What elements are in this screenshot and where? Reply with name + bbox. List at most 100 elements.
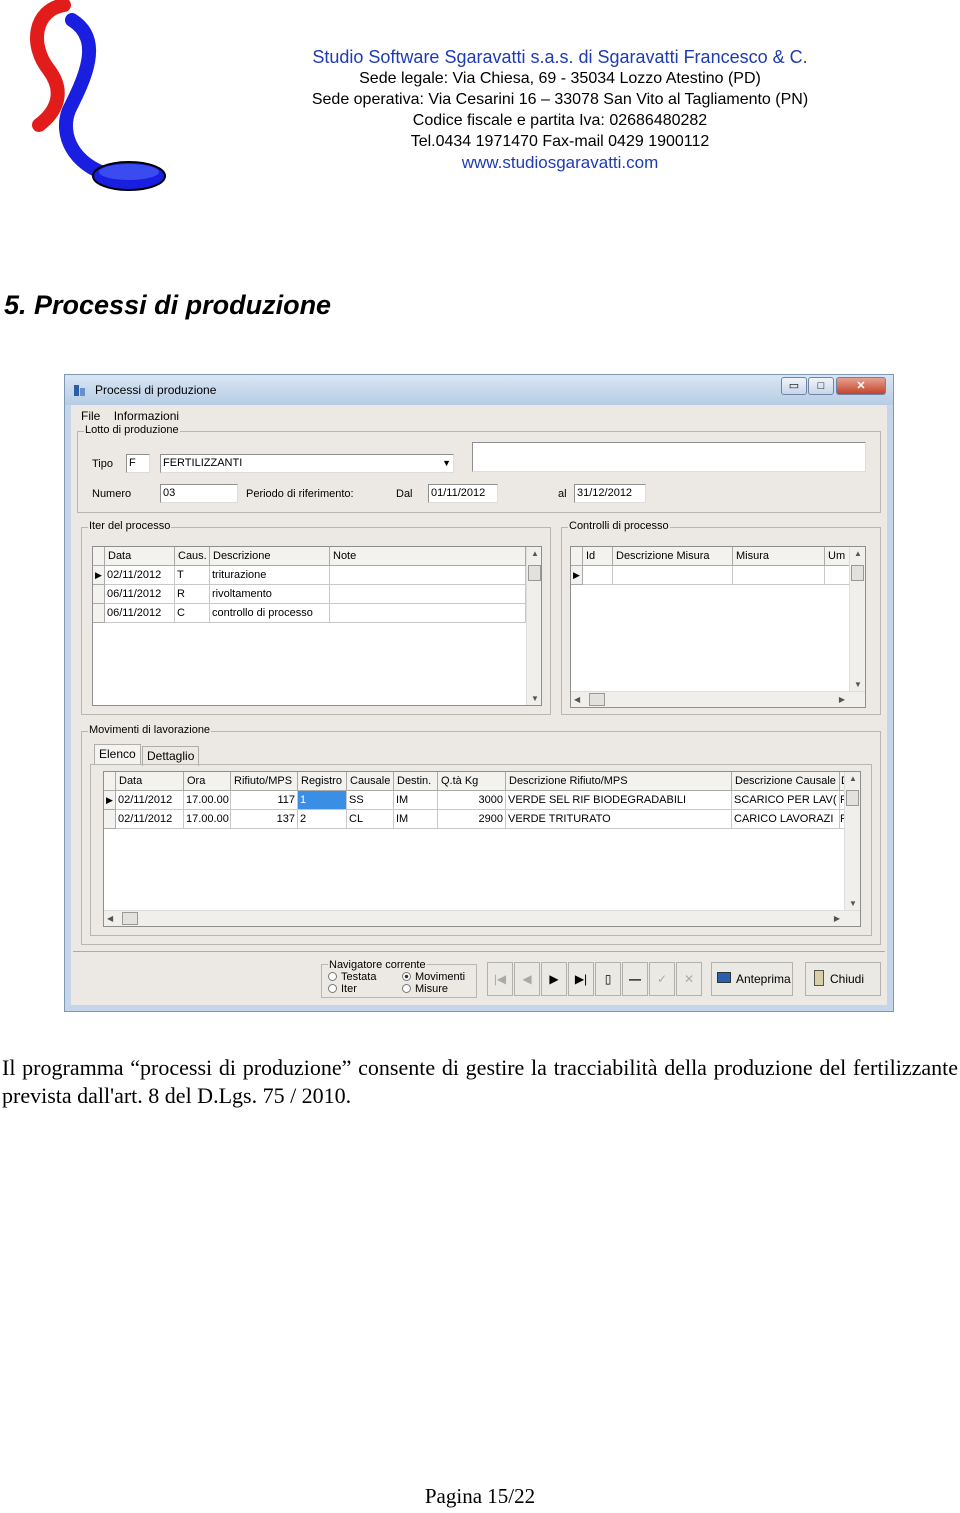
chiudi-button[interactable]: Chiudi bbox=[805, 962, 881, 996]
mov-col-qta[interactable]: Q.tà Kg bbox=[438, 772, 506, 791]
scroll-right-icon[interactable]: ▶ bbox=[839, 695, 845, 704]
mov-cell[interactable]: VERDE SEL RIF BIODEGRADABILI bbox=[506, 791, 732, 810]
iter-cell[interactable]: T bbox=[175, 566, 210, 585]
iter-cell[interactable]: controllo di processo bbox=[210, 604, 330, 623]
iter-col-caus[interactable]: Caus. bbox=[175, 547, 210, 566]
iter-cell[interactable]: C bbox=[175, 604, 210, 623]
radio-iter[interactable]: Iter bbox=[328, 983, 357, 995]
mov-col-data[interactable]: Data bbox=[116, 772, 184, 791]
iter-cell[interactable] bbox=[330, 604, 526, 623]
controlli-vertical-scrollbar[interactable]: ▲ ▼ bbox=[849, 547, 865, 691]
mov-cell[interactable]: 17.00.00 bbox=[184, 791, 231, 810]
menu-file[interactable]: File bbox=[81, 409, 100, 423]
controlli-cell[interactable] bbox=[583, 566, 613, 585]
mov-cell[interactable]: 2 bbox=[298, 810, 347, 829]
scroll-thumb[interactable] bbox=[528, 565, 541, 581]
scroll-down-icon[interactable]: ▼ bbox=[854, 680, 862, 689]
mov-cell[interactable]: 137 bbox=[231, 810, 298, 829]
mov-col-causale[interactable]: Causale bbox=[347, 772, 394, 791]
tipo-select[interactable]: FERTILIZZANTI ▼ bbox=[160, 454, 454, 473]
scroll-up-icon[interactable]: ▲ bbox=[854, 549, 862, 558]
tipo-code-field[interactable]: F bbox=[126, 454, 150, 473]
movimenti-horizontal-scrollbar[interactable]: ◀ ▶ bbox=[104, 910, 860, 926]
iter-col-note[interactable]: Note bbox=[330, 547, 526, 566]
controlli-col-um[interactable]: Um bbox=[825, 547, 851, 566]
movimenti-vertical-scrollbar[interactable]: ▲ ▼ bbox=[844, 772, 860, 910]
iter-cell[interactable]: triturazione bbox=[210, 566, 330, 585]
mov-col-destin[interactable]: Destin. bbox=[394, 772, 438, 791]
last-record-icon[interactable]: ▶| bbox=[568, 962, 594, 996]
scroll-thumb[interactable] bbox=[846, 790, 859, 806]
menu-informazioni[interactable]: Informazioni bbox=[114, 409, 179, 423]
controlli-cell[interactable] bbox=[733, 566, 825, 585]
insert-record-icon[interactable]: ▯ bbox=[595, 962, 621, 996]
iter-cell[interactable]: R bbox=[175, 585, 210, 604]
mov-cell[interactable]: 02/11/2012 bbox=[116, 810, 184, 829]
iter-cell[interactable] bbox=[330, 585, 526, 604]
iter-vertical-scrollbar[interactable]: ▲ ▼ bbox=[526, 547, 541, 705]
controlli-cell[interactable] bbox=[825, 566, 851, 585]
post-record-icon[interactable]: ✓ bbox=[649, 962, 675, 996]
mov-cell[interactable]: 2900 bbox=[438, 810, 506, 829]
anteprima-button[interactable]: Anteprima bbox=[711, 962, 793, 996]
mov-col-registro[interactable]: Registro bbox=[298, 772, 347, 791]
mov-col-descrizione-causale[interactable]: Descrizione Causale bbox=[732, 772, 840, 791]
next-record-icon[interactable]: ▶ bbox=[541, 962, 567, 996]
movimenti-grid[interactable]: Data Ora Rifiuto/MPS Registro Causale De… bbox=[103, 771, 861, 927]
mov-cell[interactable]: 02/11/2012 bbox=[116, 791, 184, 810]
mov-cell[interactable]: 3000 bbox=[438, 791, 506, 810]
mov-cell[interactable]: SCARICO PER LAV( bbox=[732, 791, 840, 810]
close-window-button[interactable]: ✕ bbox=[836, 377, 886, 395]
tab-dettaglio[interactable]: Dettaglio bbox=[142, 746, 200, 766]
iter-cell[interactable]: 06/11/2012 bbox=[105, 585, 175, 604]
description-field[interactable] bbox=[472, 442, 866, 472]
radio-misure[interactable]: Misure bbox=[402, 983, 448, 995]
controlli-col-id[interactable]: Id bbox=[583, 547, 613, 566]
first-record-icon[interactable]: |◀ bbox=[487, 962, 513, 996]
maximize-button[interactable]: □ bbox=[808, 377, 834, 395]
mov-cell[interactable]: CL bbox=[347, 810, 394, 829]
mov-col-descrizione-rifiuto[interactable]: Descrizione Rifiuto/MPS bbox=[506, 772, 732, 791]
cancel-record-icon[interactable]: ✕ bbox=[676, 962, 702, 996]
prior-record-icon[interactable]: ◀ bbox=[514, 962, 540, 996]
scroll-down-icon[interactable]: ▼ bbox=[849, 899, 857, 908]
iter-cell[interactable]: rivoltamento bbox=[210, 585, 330, 604]
mov-cell[interactable]: IM bbox=[394, 791, 438, 810]
controlli-col-misura[interactable]: Misura bbox=[733, 547, 825, 566]
mov-cell-selected[interactable]: 1 bbox=[298, 791, 347, 810]
tab-elenco[interactable]: Elenco bbox=[94, 744, 141, 764]
chevron-down-icon[interactable]: ▼ bbox=[442, 455, 451, 472]
scroll-left-icon[interactable]: ◀ bbox=[574, 695, 580, 704]
radio-movimenti[interactable]: Movimenti bbox=[402, 971, 465, 983]
mov-cell[interactable]: 17.00.00 bbox=[184, 810, 231, 829]
scroll-right-icon[interactable]: ▶ bbox=[834, 914, 840, 923]
iter-col-descrizione[interactable]: Descrizione bbox=[210, 547, 330, 566]
scroll-thumb[interactable] bbox=[122, 912, 138, 925]
mov-col-rifiuto[interactable]: Rifiuto/MPS bbox=[231, 772, 298, 791]
scroll-thumb[interactable] bbox=[589, 693, 605, 706]
scroll-up-icon[interactable]: ▲ bbox=[531, 549, 539, 558]
scroll-down-icon[interactable]: ▼ bbox=[531, 694, 539, 703]
mov-cell[interactable]: 117 bbox=[231, 791, 298, 810]
scroll-thumb[interactable] bbox=[851, 565, 864, 581]
minimize-button[interactable]: ▭ bbox=[781, 377, 807, 395]
mov-cell[interactable]: SS bbox=[347, 791, 394, 810]
delete-record-icon[interactable]: — bbox=[622, 962, 648, 996]
scroll-left-icon[interactable]: ◀ bbox=[107, 914, 113, 923]
controlli-grid[interactable]: Id Descrizione Misura Misura Um ▶ ▲ ▼ ◀ … bbox=[570, 546, 866, 708]
mov-col-ora[interactable]: Ora bbox=[184, 772, 231, 791]
mov-cell[interactable]: CARICO LAVORAZI bbox=[732, 810, 840, 829]
al-date-field[interactable]: 31/12/2012 bbox=[574, 484, 646, 503]
radio-testata[interactable]: Testata bbox=[328, 971, 376, 983]
mov-cell[interactable]: IM bbox=[394, 810, 438, 829]
dal-date-field[interactable]: 01/11/2012 bbox=[428, 484, 498, 503]
controlli-horizontal-scrollbar[interactable]: ◀ ▶ bbox=[571, 691, 865, 707]
numero-field[interactable]: 03 bbox=[160, 484, 238, 503]
mov-cell[interactable]: VERDE TRITURATO bbox=[506, 810, 732, 829]
website-link[interactable]: www.studiosgaravatti.com bbox=[280, 152, 840, 174]
iter-grid[interactable]: Data Caus. Descrizione Note ▶ 02/11/2012… bbox=[92, 546, 542, 706]
controlli-cell[interactable] bbox=[613, 566, 733, 585]
iter-cell[interactable] bbox=[330, 566, 526, 585]
controlli-col-descrizione[interactable]: Descrizione Misura bbox=[613, 547, 733, 566]
iter-cell[interactable]: 02/11/2012 bbox=[105, 566, 175, 585]
